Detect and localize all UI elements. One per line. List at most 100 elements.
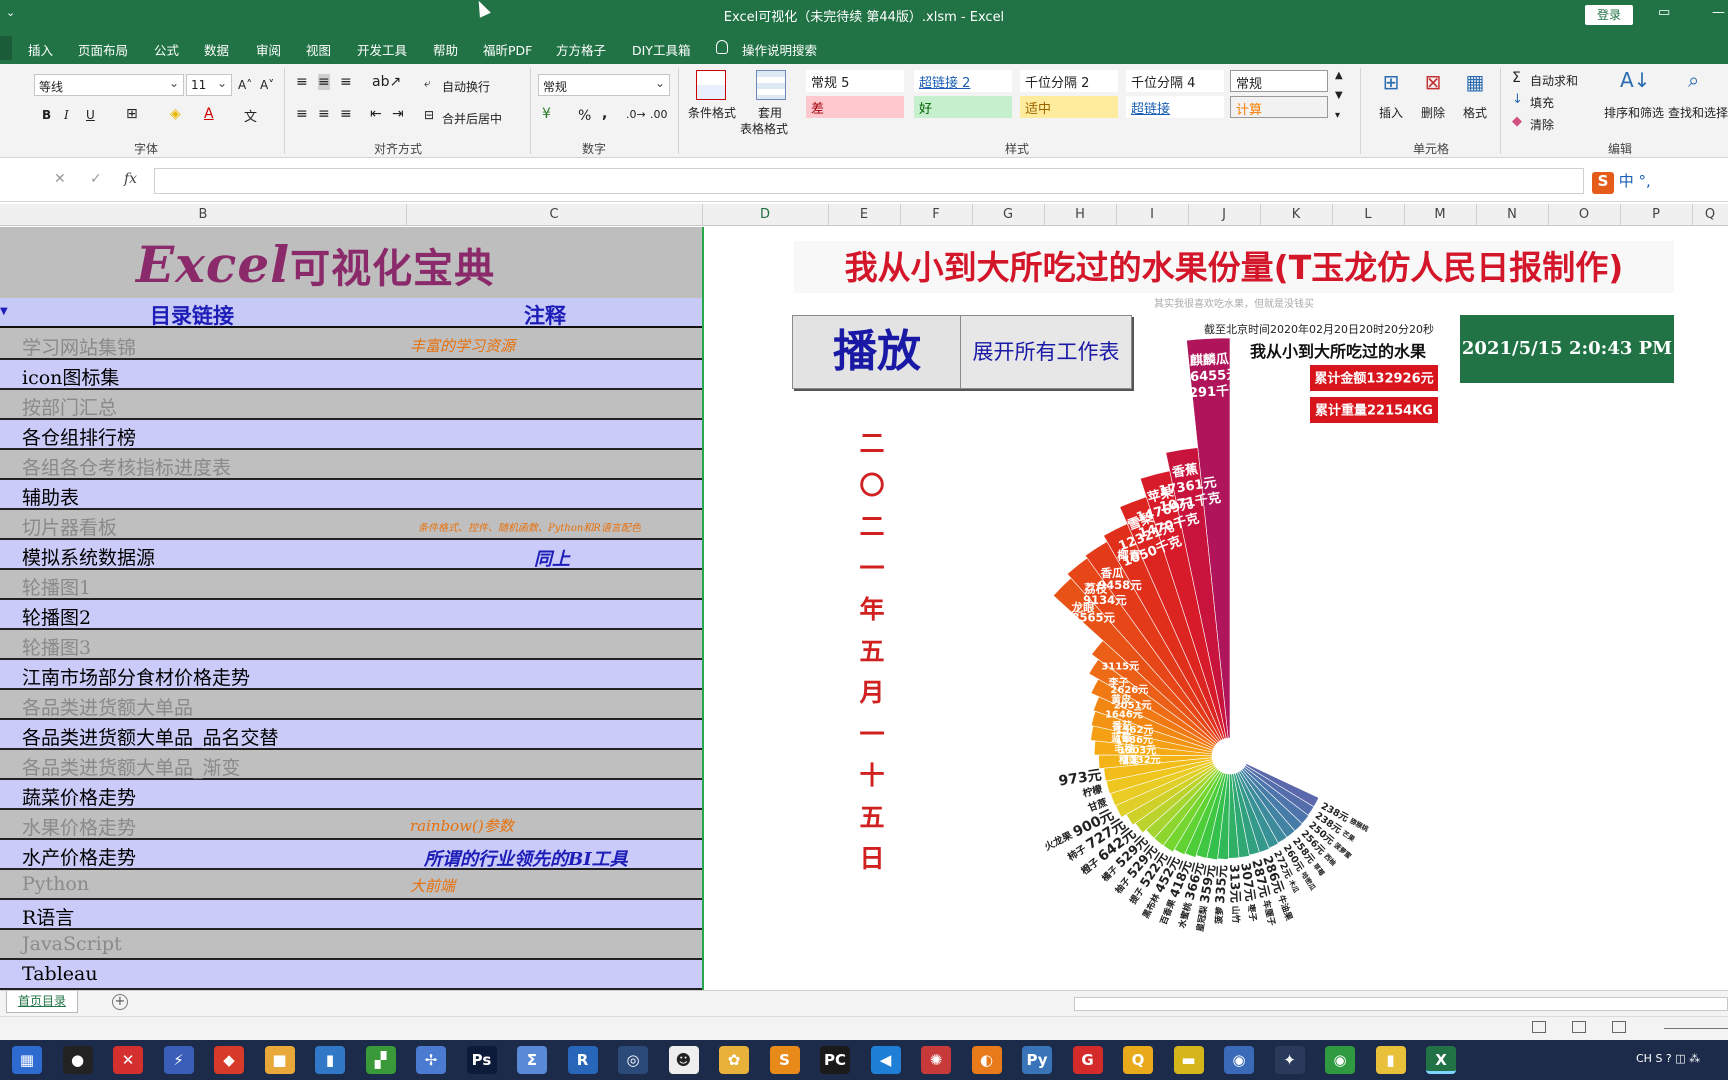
catalog-link[interactable]: R语言 [22, 903, 74, 930]
autosum-button[interactable]: 自动求和 [1530, 72, 1578, 89]
catalog-row[interactable]: 江南市场部分食材价格走势 [0, 660, 702, 690]
catalog-link[interactable]: 轮播图1 [22, 573, 91, 600]
catalog-link[interactable]: Tableau [22, 963, 98, 985]
increase-decimal-icon[interactable]: .0→ [626, 108, 646, 121]
catalog-row[interactable]: JavaScript [0, 930, 702, 960]
python-icon[interactable]: Py [1022, 1046, 1052, 1074]
tab-insert[interactable]: 插入 [28, 40, 53, 59]
column-header-l[interactable]: L [1332, 207, 1404, 222]
ribbon-display-icon[interactable]: ▭ [1658, 5, 1670, 20]
app-23-icon[interactable]: Q [1123, 1046, 1153, 1074]
catalog-link[interactable]: 辅助表 [22, 483, 79, 510]
formula-input[interactable] [154, 168, 1584, 194]
align-middle-icon[interactable]: ≡ [318, 74, 330, 90]
app-26-icon[interactable]: ✦ [1274, 1046, 1305, 1074]
align-left-icon[interactable]: ≡ [296, 106, 308, 122]
format-cells-button[interactable]: 格式 [1463, 104, 1487, 121]
decrease-indent-icon[interactable]: ⇤ [370, 106, 382, 122]
catalog-row[interactable]: 轮播图3 [0, 630, 702, 660]
orientation-icon[interactable]: ab↗ [372, 74, 401, 90]
align-top-icon[interactable]: ≡ [296, 74, 308, 90]
decrease-decimal-icon[interactable]: .00 [650, 108, 668, 121]
tab-review[interactable]: 审阅 [256, 40, 281, 59]
chrome-icon[interactable]: ◉ [1325, 1046, 1355, 1074]
r-icon[interactable]: R [567, 1046, 598, 1074]
cell-style-0[interactable]: 常规 5 [806, 70, 904, 92]
app-11-icon[interactable]: Σ [517, 1046, 547, 1074]
gallery-up-icon[interactable]: ▲ [1335, 70, 1343, 81]
catalog-link[interactable]: 模拟系统数据源 [22, 543, 155, 570]
cell-style-9[interactable]: 计算 [1230, 96, 1328, 118]
align-bottom-icon[interactable]: ≡ [340, 74, 352, 90]
zoom-slider[interactable] [1664, 1028, 1728, 1029]
catalog-link[interactable]: 水产价格走势 [22, 843, 136, 870]
column-header-g[interactable]: G [972, 207, 1044, 222]
cell-style-3[interactable]: 千位分隔 4 [1126, 70, 1224, 92]
font-shrink-button[interactable]: A˅ [260, 78, 274, 92]
catalog-row[interactable]: 各品类进货额大单品_渐变 [0, 750, 702, 780]
borders-icon[interactable]: ⊞ [126, 106, 138, 122]
catalog-row[interactable]: 蔬菜价格走势 [0, 780, 702, 810]
app-20-icon[interactable]: ◐ [971, 1046, 1002, 1074]
table-format-button-line1[interactable]: 套用 [758, 104, 782, 121]
catalog-link[interactable]: 各品类进货额大单品 [22, 693, 193, 720]
tab-view[interactable]: 视图 [306, 40, 331, 59]
underline-button[interactable]: U [86, 108, 95, 122]
app-24-icon[interactable]: ▬ [1173, 1046, 1204, 1074]
column-header-i[interactable]: I [1116, 207, 1188, 222]
column-header-k[interactable]: K [1260, 207, 1332, 222]
normal-view-icon[interactable] [1532, 1021, 1546, 1033]
column-header-o[interactable]: O [1548, 207, 1620, 222]
tab-formulas[interactable]: 公式 [154, 40, 179, 59]
enter-icon[interactable]: ✓ [90, 171, 102, 187]
vscode-icon[interactable]: ◀ [870, 1046, 901, 1074]
delete-cells-button[interactable]: 删除 [1421, 104, 1445, 121]
column-header-n[interactable]: N [1476, 207, 1548, 222]
find-select-button[interactable]: 查找和选择 [1668, 104, 1728, 121]
cell-style-4[interactable]: 常规 [1230, 70, 1328, 92]
catalog-link[interactable]: 各仓组排行榜 [22, 423, 136, 450]
font-name-select[interactable]: 等线 ⌄ [34, 74, 184, 96]
app-9-icon[interactable]: ✢ [416, 1046, 446, 1074]
catalog-row[interactable]: 轮播图1 [0, 570, 702, 600]
app-6-icon[interactable]: ■ [264, 1046, 295, 1074]
catalog-row[interactable]: 水果价格走势 rainbow()参数 [0, 810, 702, 840]
app-14-icon[interactable]: ☻ [668, 1046, 699, 1074]
catalog-row[interactable]: 按部门汇总 [0, 390, 702, 420]
pycharm-icon[interactable]: PC [820, 1046, 850, 1074]
cancel-icon[interactable]: ✕ [54, 171, 66, 187]
catalog-row[interactable]: 学习网站集锦 丰富的学习资源 [0, 330, 702, 360]
catalog-row[interactable]: Tableau [0, 960, 702, 990]
align-right-icon[interactable]: ≡ [340, 106, 352, 122]
catalog-row[interactable]: R语言 [0, 900, 702, 930]
catalog-link[interactable]: 水果价格走势 [22, 813, 136, 840]
tab-data[interactable]: 数据 [204, 40, 229, 59]
app-3-icon[interactable]: ✕ [113, 1046, 143, 1074]
column-header-p[interactable]: P [1620, 207, 1692, 222]
cell-style-2[interactable]: 千位分隔 2 [1020, 70, 1118, 92]
sort-filter-button[interactable]: 排序和筛选 [1604, 104, 1664, 121]
phonetic-icon[interactable]: 文 [244, 106, 257, 125]
catalog-link[interactable]: 各品类进货额大单品_渐变 [22, 753, 241, 780]
add-sheet-button[interactable]: + [112, 994, 128, 1010]
catalog-row[interactable]: 水产价格走势 所谓的行业领先的BI工具 [0, 840, 702, 870]
merge-center-button[interactable]: 合并后居中 [442, 110, 502, 127]
italic-button[interactable]: I [64, 108, 69, 122]
catalog-row[interactable]: 辅助表 [0, 480, 702, 510]
app-5-icon[interactable]: ◆ [214, 1046, 244, 1074]
catalog-row[interactable]: Python 大前端 [0, 870, 702, 900]
tab-foxit-pdf[interactable]: 福昕PDF [483, 40, 532, 59]
catalog-link[interactable]: 轮播图3 [22, 633, 91, 660]
catalog-row[interactable]: 各品类进货额大单品 [0, 690, 702, 720]
comma-button[interactable]: , [602, 106, 607, 122]
column-header-m[interactable]: M [1404, 207, 1476, 222]
tab-developer[interactable]: 开发工具 [357, 40, 407, 59]
catalog-row[interactable]: 模拟系统数据源 同上 [0, 540, 702, 570]
catalog-link[interactable]: 学习网站集锦 [22, 333, 136, 360]
gallery-down-icon[interactable]: ▼ [1335, 90, 1343, 101]
app-15-icon[interactable]: ✿ [719, 1046, 749, 1074]
minimize-icon[interactable]: — [1712, 5, 1725, 20]
column-header-h[interactable]: H [1044, 207, 1116, 222]
app-4-icon[interactable]: ⚡ [163, 1046, 194, 1074]
folder-icon[interactable]: ▮ [1375, 1046, 1406, 1074]
